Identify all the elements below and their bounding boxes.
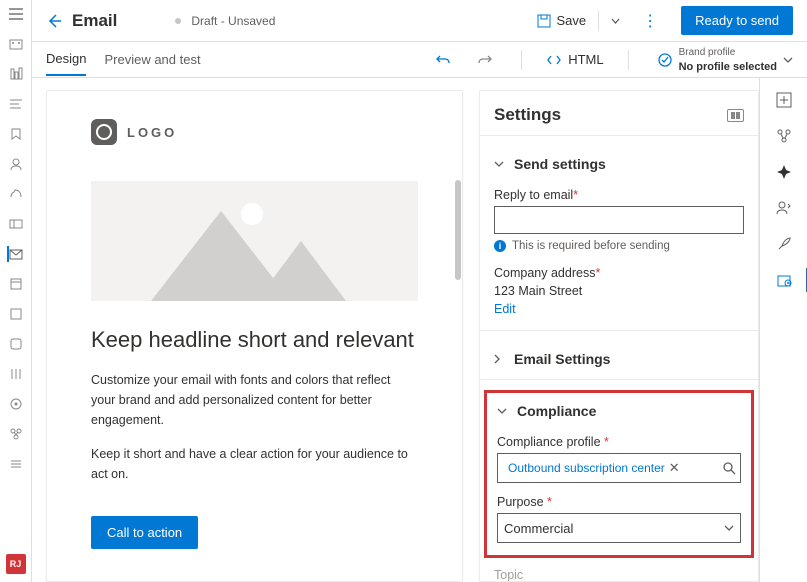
page-title: Email — [72, 11, 117, 31]
right-tool-rail — [759, 78, 807, 582]
rail-item-6[interactable] — [8, 186, 24, 202]
search-icon[interactable] — [722, 461, 736, 475]
tab-design[interactable]: Design — [46, 43, 86, 76]
rail-sparkle-icon[interactable] — [776, 164, 792, 180]
rail-item-11[interactable] — [8, 336, 24, 352]
back-arrow-icon[interactable] — [46, 13, 62, 29]
app-left-rail: RJ — [0, 0, 32, 582]
rail-settings-icon[interactable] — [776, 272, 792, 288]
editor-tabs: Design Preview and test HTML Brand profi… — [32, 42, 807, 78]
rail-item-5[interactable] — [8, 156, 24, 172]
status-dot-icon — [175, 18, 181, 24]
settings-panel: Settings Send settings Reply to email* i… — [479, 90, 759, 582]
rail-item-13[interactable] — [8, 396, 24, 412]
hamburger-icon[interactable] — [8, 6, 24, 22]
more-menu-button[interactable]: ⋮ — [636, 11, 665, 31]
logo-text: LOGO — [127, 125, 177, 140]
chevron-down-icon — [783, 57, 793, 63]
compliance-highlight: Compliance Compliance profile * Outbound… — [484, 390, 754, 558]
section-compliance[interactable]: Compliance — [497, 403, 741, 429]
chevron-down-icon — [724, 525, 734, 531]
section-send-settings[interactable]: Send settings — [494, 146, 744, 182]
rail-branching-icon[interactable] — [776, 128, 792, 144]
rail-item-2[interactable] — [8, 66, 24, 82]
section-email-settings[interactable]: Email Settings — [494, 341, 744, 377]
reply-to-error: i This is required before sending — [494, 240, 744, 252]
undo-button[interactable] — [431, 48, 455, 72]
rail-item-4[interactable] — [8, 126, 24, 142]
page-header: Email Draft - Unsaved Save ⋮ Ready to se… — [32, 0, 807, 42]
reply-to-input[interactable] — [494, 206, 744, 234]
canvas-scrollbar[interactable] — [455, 180, 461, 280]
company-address-value: 123 Main Street — [494, 284, 744, 298]
save-button[interactable]: Save — [531, 7, 627, 35]
rail-item-7[interactable] — [8, 216, 24, 232]
rail-item-1[interactable] — [8, 36, 24, 52]
brand-profile-icon — [657, 52, 673, 68]
html-view-button[interactable]: HTML — [546, 52, 603, 67]
rail-item-9[interactable] — [8, 276, 24, 292]
code-icon — [546, 53, 562, 67]
rail-item-3[interactable] — [8, 96, 24, 112]
body-text-1[interactable]: Customize your email with fonts and colo… — [91, 370, 418, 430]
compliance-profile-label: Compliance profile * — [497, 435, 741, 449]
redo-button[interactable] — [473, 48, 497, 72]
edit-company-link[interactable]: Edit — [494, 302, 516, 316]
logo-block[interactable]: LOGO — [91, 119, 418, 145]
settings-title: Settings — [494, 105, 561, 125]
compliance-profile-input[interactable]: Outbound subscription center ✕ — [497, 453, 741, 483]
cta-button[interactable]: Call to action — [91, 516, 198, 549]
rail-item-email[interactable] — [7, 246, 23, 262]
purpose-select[interactable]: Commercial — [497, 513, 741, 543]
save-icon — [537, 14, 551, 28]
remove-pill-icon[interactable]: ✕ — [669, 460, 680, 476]
info-icon: i — [494, 240, 506, 252]
rail-add-icon[interactable] — [776, 92, 792, 108]
rail-rocket-icon[interactable] — [776, 236, 792, 252]
compliance-profile-pill: Outbound subscription center ✕ — [502, 458, 686, 478]
reply-to-label: Reply to email* — [494, 188, 744, 202]
rail-item-14[interactable] — [8, 426, 24, 442]
chevron-down-icon[interactable] — [611, 18, 620, 24]
brand-profile-selector[interactable]: Brand profileNo profile selected — [657, 47, 793, 73]
detach-panel-icon[interactable] — [727, 109, 744, 122]
user-avatar[interactable]: RJ — [6, 554, 26, 574]
rail-personalize-icon[interactable] — [776, 200, 792, 216]
email-canvas[interactable]: LOGO Keep headline short and relevant Cu… — [46, 90, 463, 582]
purpose-label: Purpose * — [497, 495, 741, 509]
main-area: LOGO Keep headline short and relevant Cu… — [32, 78, 759, 582]
rail-item-10[interactable] — [8, 306, 24, 322]
hero-image-placeholder[interactable] — [91, 181, 418, 301]
body-text-2[interactable]: Keep it short and have a clear action fo… — [91, 444, 418, 484]
logo-icon — [91, 119, 117, 145]
headline-text[interactable]: Keep headline short and relevant — [91, 325, 418, 356]
status-text: Draft - Unsaved — [191, 14, 275, 28]
ready-to-send-button[interactable]: Ready to send — [681, 6, 793, 35]
company-address-label: Company address* — [494, 266, 744, 280]
tab-preview[interactable]: Preview and test — [104, 44, 200, 75]
topic-label: Topic — [494, 568, 744, 582]
rail-item-15[interactable] — [8, 456, 24, 472]
rail-item-12[interactable] — [8, 366, 24, 382]
